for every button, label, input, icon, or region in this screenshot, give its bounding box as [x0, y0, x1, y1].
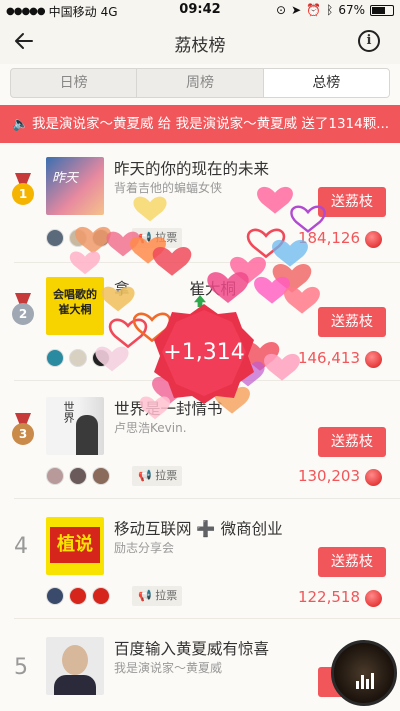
ranking-row-1[interactable]: 1 昨天 昨天的你的现在的未来 背着吉他的蝙蝠女侠 送荔枝 📢 拉票 184,1… [0, 145, 400, 263]
tab-daily[interactable]: 日榜 [11, 69, 138, 97]
send-lychee-button[interactable]: 送荔枝 [318, 307, 386, 337]
vote-button[interactable]: 📢 拉票 [132, 466, 182, 486]
alarm-icon: ⏰ [306, 3, 322, 17]
fan-avatars [46, 587, 110, 605]
lychee-icon [365, 231, 382, 248]
row-subtitle: 背着吉他的蝙蝠女侠 [114, 181, 223, 195]
bluetooth-icon: ᛒ [326, 3, 334, 17]
fan-avatars [46, 229, 110, 247]
lychee-count: 146,413 [297, 349, 360, 367]
avatar [46, 587, 64, 605]
row-subtitle: 我是演说家～黄夏威 [114, 661, 223, 675]
cover-image[interactable] [46, 637, 104, 695]
cover-image[interactable]: 世界 [46, 397, 104, 455]
send-lychee-button[interactable]: 送荔枝 [318, 187, 386, 217]
avatar [46, 467, 64, 485]
vote-button[interactable]: 📢 拉票 [132, 586, 182, 606]
lychee-count: 184,126 [297, 229, 360, 247]
tab-total[interactable]: 总榜 [263, 69, 389, 97]
avatar [46, 349, 64, 367]
cover-image[interactable]: 昨天 [46, 157, 104, 215]
row-title: 百度输入黄夏威有惊喜 [114, 640, 270, 658]
banner-text: 我是演说家～黄夏威 给 我是演说家～黄夏威 送了1314颗... [32, 116, 390, 132]
avatar [92, 467, 110, 485]
lychee-icon [365, 351, 382, 368]
lychee-count: 130,203 [297, 467, 360, 485]
lock-icon: ⊙ [276, 3, 287, 17]
cover-image[interactable]: 植说 [46, 517, 104, 575]
avatar [69, 587, 87, 605]
row-subtitle: 卢思浩Kevin. [114, 421, 187, 435]
ranking-row-4[interactable]: 4 植说 移动互联网 ➕ 微商创业 励志分享会 送荔枝 📢 拉票 122,518 [0, 501, 400, 619]
gift-count-text: +1,314 [163, 340, 245, 365]
row-title: 拿崔大桐 [114, 280, 237, 298]
avatar [69, 229, 87, 247]
status-bar: ●●●●● 中国移动 4G 09:42 ⊙ ➤ ⏰ ᛒ 67% [0, 0, 400, 20]
info-icon[interactable]: i [358, 30, 380, 52]
send-lychee-button[interactable]: 送荔枝 [318, 427, 386, 457]
speaker-icon: 🔈 [12, 116, 29, 132]
battery-percent: 67% [338, 3, 365, 17]
avatar [69, 467, 87, 485]
row-title: 移动互联网 ➕ 微商创业 [114, 520, 283, 538]
bronze-medal-icon: 3 [10, 413, 36, 447]
avatar [69, 349, 87, 367]
lychee-icon [365, 590, 382, 607]
page-title: 荔枝榜 [174, 36, 226, 56]
equalizer-icon [356, 673, 374, 689]
nav-bar: 荔枝榜 i [0, 20, 400, 64]
avatar [92, 229, 110, 247]
row-title: 昨天的你的现在的未来 [114, 160, 270, 178]
gift-broadcast-banner[interactable]: 🔈 我是演说家～黄夏威 给 我是演说家～黄夏威 送了1314颗... [0, 105, 400, 143]
vote-button[interactable]: 📢 拉票 [132, 228, 182, 248]
fan-avatars [46, 349, 110, 367]
gold-medal-icon: 1 [10, 173, 36, 207]
send-lychee-button[interactable]: 送荔枝 [318, 547, 386, 577]
ranking-tabs: 日榜 周榜 总榜 [10, 68, 390, 98]
rank-number: 4 [14, 534, 28, 559]
fan-avatars [46, 467, 110, 485]
status-right: ⊙ ➤ ⏰ ᛒ 67% [276, 3, 394, 17]
avatar [92, 349, 110, 367]
rank-number: 5 [14, 655, 28, 680]
battery-icon [370, 4, 394, 16]
row-subtitle: 励志分享会 [114, 541, 175, 555]
avatar [92, 587, 110, 605]
lychee-icon [365, 469, 382, 486]
avatar [46, 229, 64, 247]
tab-weekly[interactable]: 周榜 [137, 69, 264, 97]
silver-medal-icon: 2 [10, 293, 36, 327]
location-icon: ➤ [291, 3, 302, 17]
now-playing-button[interactable] [331, 640, 397, 706]
lychee-count: 122,518 [297, 588, 360, 606]
cover-image[interactable]: 会唱歌的 崔大桐 [46, 277, 104, 335]
